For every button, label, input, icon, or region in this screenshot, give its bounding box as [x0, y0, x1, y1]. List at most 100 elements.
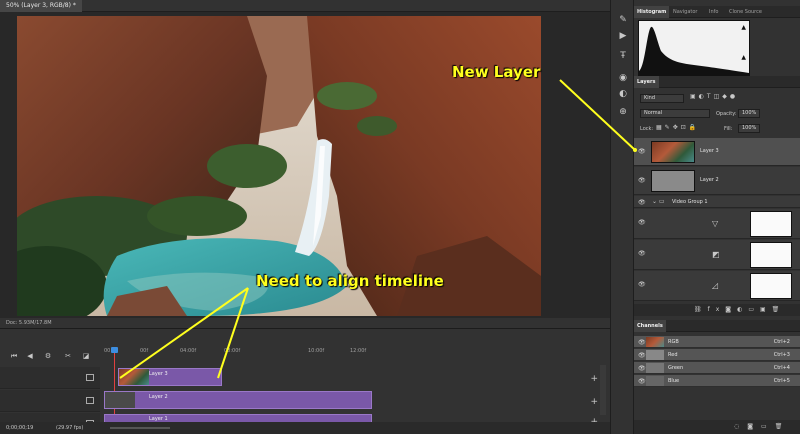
visibility-eye-icon[interactable]: 👁: [638, 250, 646, 257]
clip-label: Layer 3: [149, 371, 168, 377]
timeline-clip-layer-2[interactable]: Layer 2: [104, 391, 372, 409]
ruler-tick: 10:00f: [308, 348, 325, 354]
channel-row-rgb[interactable]: 👁 RGB Ctrl+2: [634, 336, 800, 348]
opacity-label: Opacity:: [716, 111, 737, 117]
timeline-footer: 0;00;00;19 (29.97 fps): [0, 422, 610, 434]
layer-name: Layer 3: [700, 148, 719, 154]
libraries-icon[interactable]: ◉: [617, 72, 629, 84]
timeline-clip-layer-3[interactable]: Layer 3: [118, 368, 222, 386]
document-tab[interactable]: 50% (Layer 3, RGB/8) *: [0, 0, 82, 12]
character-icon[interactable]: Ŧ: [617, 50, 629, 62]
timeline-ruler[interactable]: 00 00f 04:00f 08:00f 10:00f 12:00f: [104, 345, 584, 359]
zoom-slider[interactable]: [110, 427, 170, 429]
layer-mask-thumbnail[interactable]: [750, 242, 792, 268]
go-to-first-frame-icon[interactable]: ⏮: [8, 348, 20, 364]
tab-layers[interactable]: Layers: [634, 76, 659, 88]
adjustment-layer-row[interactable]: 👁 ◩: [634, 240, 800, 270]
clip-thumbnail: [119, 369, 149, 385]
layer-row-layer-3[interactable]: 👁 Layer 3: [634, 138, 800, 166]
filter-kind-select[interactable]: Kind: [640, 94, 684, 103]
channel-mixer-icon: ◩: [712, 250, 720, 259]
histogram-graph: ▲ ▲: [638, 20, 750, 76]
lock-icons[interactable]: ▦✎✥⊡🔒: [656, 124, 699, 131]
adjustments-icon[interactable]: ◐: [617, 88, 629, 100]
split-scissors-icon[interactable]: ✂: [62, 348, 74, 364]
warning-icon[interactable]: ▲: [741, 24, 746, 31]
tab-info[interactable]: Info: [706, 6, 721, 18]
transition-icon[interactable]: ◪: [80, 348, 92, 364]
blend-mode-select[interactable]: Normal: [640, 109, 710, 118]
clip-label: Layer 2: [149, 394, 168, 400]
right-panels: Histogram Navigator Info Clone Source ▲ …: [634, 0, 800, 434]
track-header[interactable]: [0, 367, 100, 389]
layer-mask-thumbnail[interactable]: [750, 273, 792, 299]
channel-name: Green: [668, 365, 684, 371]
channel-shortcut: Ctrl+4: [773, 365, 790, 371]
visibility-eye-icon[interactable]: 👁: [638, 148, 646, 155]
playhead-line: [114, 353, 115, 423]
play-actions-icon[interactable]: ▶: [617, 30, 629, 42]
history-brush-icon[interactable]: ✎: [617, 14, 629, 26]
ruler-tick: 00f: [140, 348, 149, 354]
lock-label: Lock:: [640, 126, 654, 132]
canvas-photo[interactable]: [17, 16, 541, 316]
warning-icon[interactable]: ▲: [741, 54, 746, 61]
group-name: Video Group 1: [672, 199, 708, 205]
channel-name: RGB: [668, 339, 679, 345]
annotation-new-layer: New Layer: [452, 63, 541, 81]
visibility-eye-icon[interactable]: 👁: [638, 219, 646, 226]
opacity-input[interactable]: 100%: [738, 109, 760, 118]
visibility-eye-icon[interactable]: 👁: [638, 281, 646, 288]
channel-row-green[interactable]: 👁 Green Ctrl+4: [634, 362, 800, 374]
tab-histogram[interactable]: Histogram: [634, 6, 670, 18]
adjustment-layer-row[interactable]: 👁 ◿: [634, 271, 800, 301]
visibility-eye-icon[interactable]: 👁: [638, 177, 646, 184]
ruler-tick: 00: [104, 348, 111, 354]
tab-navigator[interactable]: Navigator: [670, 6, 700, 18]
levels-adjustment-icon: ▽: [712, 219, 719, 228]
channel-row-red[interactable]: 👁 Red Ctrl+3: [634, 349, 800, 361]
document-tab-bar: 50% (Layer 3, RGB/8) *: [0, 0, 610, 12]
channels-tab-row: Channels: [634, 320, 800, 332]
waterfall-photo: [17, 16, 541, 316]
channel-shortcut: Ctrl+5: [773, 378, 790, 384]
channel-shortcut: Ctrl+3: [773, 352, 790, 358]
layer-group-video-group-1[interactable]: 👁 ⌄ ▭ Video Group 1: [634, 196, 800, 208]
track-header[interactable]: [0, 390, 100, 412]
frame-rate: (29.97 fps): [56, 425, 84, 431]
visibility-eye-icon[interactable]: 👁: [638, 199, 646, 206]
histogram-tab-row: Histogram Navigator Info Clone Source: [634, 6, 800, 18]
curves-adjustment-icon: ◿: [712, 281, 719, 290]
ruler-tick: 04:00f: [180, 348, 197, 354]
previous-frame-icon[interactable]: ◀: [24, 348, 36, 364]
fill-label: Fill:: [724, 126, 733, 132]
channel-thumbnail: [646, 376, 664, 386]
folder-icon[interactable]: ⌄ ▭: [652, 198, 665, 205]
settings-gear-icon[interactable]: ⚙: [42, 348, 54, 364]
film-strip-icon[interactable]: [86, 374, 94, 381]
visibility-eye-icon[interactable]: 👁: [638, 352, 646, 359]
clip-thumbnail: [105, 392, 135, 408]
layer-thumbnail: [651, 141, 695, 163]
layers-footer-icons[interactable]: ⛓fx◙◐▭▣🗑: [634, 304, 800, 316]
layer-row-layer-2[interactable]: 👁 Layer 2: [634, 167, 800, 195]
tab-clone-source[interactable]: Clone Source: [726, 6, 765, 18]
visibility-eye-icon[interactable]: 👁: [638, 365, 646, 372]
channel-name: Red: [668, 352, 678, 358]
adjustment-layer-row[interactable]: 👁 ▽: [634, 209, 800, 239]
layer-mask-thumbnail[interactable]: [750, 211, 792, 237]
visibility-eye-icon[interactable]: 👁: [638, 378, 646, 385]
visibility-eye-icon[interactable]: 👁: [638, 339, 646, 346]
add-media-icon[interactable]: +: [590, 374, 598, 384]
layers-tab-row: Layers: [634, 76, 800, 88]
fill-input[interactable]: 100%: [738, 124, 760, 133]
layer-filter-icons[interactable]: ▣◐T◫◆●: [690, 93, 800, 103]
layer-name: Layer 2: [700, 177, 719, 183]
film-strip-icon[interactable]: [86, 397, 94, 404]
timeline-scrollbar[interactable]: [600, 365, 606, 415]
channels-footer-icons[interactable]: ◌◙▭🗑: [634, 420, 800, 434]
paths-icon[interactable]: ⊕: [617, 106, 629, 118]
channel-row-blue[interactable]: 👁 Blue Ctrl+5: [634, 375, 800, 387]
add-media-icon[interactable]: +: [590, 397, 598, 407]
tab-channels[interactable]: Channels: [634, 320, 666, 332]
